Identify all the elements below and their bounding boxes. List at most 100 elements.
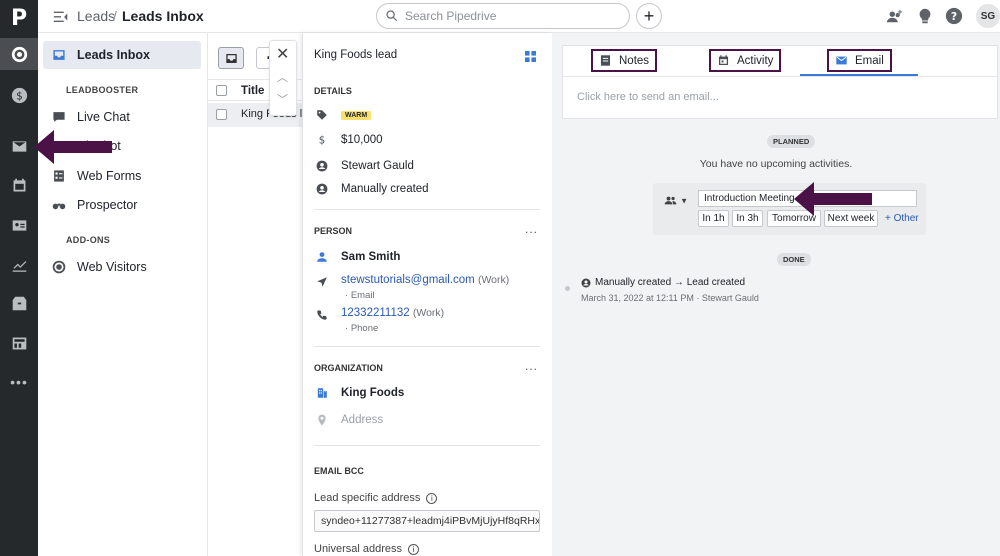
- in-3h-button[interactable]: In 3h: [732, 210, 763, 227]
- org-more-icon[interactable]: ...: [525, 359, 538, 373]
- info-icon[interactable]: i: [408, 543, 420, 555]
- binoculars-icon: [52, 203, 66, 210]
- breadcrumb-leads[interactable]: Leads: [77, 8, 115, 24]
- grid-view-icon[interactable]: [525, 50, 536, 65]
- chevron-down-icon[interactable]: ﹀: [277, 91, 288, 107]
- labels-row[interactable]: WARM: [316, 109, 372, 121]
- email-tab-icon: [836, 56, 847, 65]
- leads-target-icon[interactable]: [0, 39, 38, 69]
- sidebar-item-web-forms[interactable]: Web Forms: [52, 169, 141, 183]
- sidebar-item-label: Leads Inbox: [77, 48, 150, 62]
- svg-text:$: $: [16, 91, 22, 102]
- leadbooster-heading: LEADBOOSTER: [66, 85, 139, 95]
- creator-icon: [316, 183, 328, 195]
- person-more-icon[interactable]: ...: [525, 222, 538, 236]
- sidebar-item-live-chat[interactable]: Live Chat: [52, 110, 130, 124]
- sidebar-item-label: Live Chat: [77, 110, 130, 124]
- inbox-icon: [53, 50, 65, 60]
- person-icon: [317, 252, 327, 262]
- panel-nav-controls: ✕ ︿ ﹀: [269, 40, 297, 116]
- source-row: Manually created: [316, 183, 429, 195]
- organization-name: King Foods: [341, 387, 405, 399]
- page-title: Leads Inbox: [122, 8, 204, 24]
- title-column-header[interactable]: Title: [241, 85, 264, 97]
- organization-row[interactable]: King Foods: [316, 387, 404, 399]
- send-icon: [317, 277, 327, 287]
- owner-user-icon: [316, 160, 328, 172]
- person-row[interactable]: Sam Smith: [316, 251, 400, 263]
- email-label: Email: [350, 290, 375, 301]
- marketplace-icon[interactable]: [0, 328, 38, 358]
- tab-activity[interactable]: Activity: [709, 49, 782, 72]
- close-icon[interactable]: ✕: [276, 44, 289, 64]
- tab-label: Activity: [737, 54, 774, 67]
- avatar[interactable]: SG: [976, 4, 1000, 28]
- history-item: Manually created → Lead created: [581, 277, 745, 288]
- person-heading: PERSON: [314, 226, 353, 236]
- lead-owner: Stewart Gauld: [341, 160, 414, 172]
- help-icon[interactable]: ?: [945, 7, 963, 25]
- person-name: Sam Smith: [341, 251, 401, 263]
- lead-value: $10,000: [341, 134, 383, 146]
- sidebar-item-prospector[interactable]: Prospector: [52, 198, 137, 212]
- svg-text:$: $: [319, 136, 325, 146]
- quick-add-button[interactable]: +: [636, 3, 662, 29]
- contacts-icon[interactable]: [0, 210, 38, 240]
- app-rail: P $ •••: [0, 0, 38, 556]
- lead-address-label-text: Lead specific address: [314, 492, 421, 504]
- value-row[interactable]: $ $10,000: [316, 134, 383, 146]
- email-row[interactable]: stewstutorials@gmail.com (Work) · Email: [316, 274, 509, 301]
- email-bcc-heading: EMAIL BCC: [314, 466, 364, 476]
- tab-label: Notes: [619, 54, 650, 67]
- lead-title[interactable]: King Foods lead: [314, 49, 397, 61]
- dollar-icon: $: [319, 136, 325, 146]
- activity-area: Notes Activity Email Click here to send …: [552, 33, 1000, 556]
- mail-icon[interactable]: [0, 131, 38, 161]
- activity-type-dropdown[interactable]: ▼: [664, 194, 688, 207]
- tips-lightbulb-icon[interactable]: [916, 7, 934, 25]
- annotation-arrow-left: [34, 130, 112, 164]
- search-input[interactable]: Search Pipedrive: [376, 3, 630, 29]
- list-view-button[interactable]: [218, 47, 244, 69]
- phone-row[interactable]: 12332211132 (Work) · Phone: [316, 307, 444, 334]
- lead-source: Manually created: [341, 183, 429, 195]
- info-icon[interactable]: i: [426, 492, 438, 504]
- more-icon[interactable]: •••: [0, 367, 38, 397]
- address-row[interactable]: Address: [316, 414, 383, 426]
- chat-icon: [53, 112, 65, 122]
- person-email[interactable]: stewstutorials@gmail.com: [341, 274, 475, 286]
- sidebar-item-label: Prospector: [77, 198, 138, 212]
- divider: [314, 445, 540, 446]
- lead-address-label: Lead specific address i: [314, 492, 438, 504]
- quick-schedule-box: ▼ Introduction Meeting: [653, 183, 926, 235]
- chevron-up-icon[interactable]: ︿: [277, 69, 288, 85]
- other-time-link[interactable]: + Other: [885, 213, 919, 224]
- person-phone[interactable]: 12332211132: [341, 307, 410, 319]
- tab-notes[interactable]: Notes: [591, 49, 658, 72]
- sidebar-item-label: Web Visitors: [77, 260, 147, 274]
- owner-row[interactable]: Stewart Gauld: [316, 160, 414, 172]
- select-all-checkbox[interactable]: [216, 85, 227, 96]
- in-1h-button[interactable]: In 1h: [698, 210, 729, 227]
- notes-icon: [600, 55, 611, 66]
- sidebar-item-web-visitors[interactable]: Web Visitors: [52, 260, 147, 274]
- tab-email[interactable]: Email: [827, 49, 892, 72]
- tab-label: Email: [855, 54, 884, 67]
- universal-address-label-text: Universal address: [314, 543, 403, 555]
- history-title: Manually created → Lead created: [595, 277, 746, 288]
- invite-users-icon[interactable]: [886, 7, 904, 25]
- activity-calendar-icon: [718, 55, 729, 66]
- lead-address-field[interactable]: syndeo+11277387+leadmj4iPBvMjUjyHf8qRHxa…: [314, 510, 540, 532]
- pipedrive-logo[interactable]: P: [0, 0, 38, 36]
- email-compose-input[interactable]: Click here to send an email...: [577, 91, 719, 103]
- products-box-icon[interactable]: [0, 288, 38, 318]
- sidebar-item-label: Web Forms: [77, 169, 142, 183]
- deals-dollar-icon[interactable]: $: [0, 80, 38, 110]
- collapse-menu-icon[interactable]: [52, 8, 70, 26]
- insights-chart-icon[interactable]: [0, 249, 38, 279]
- row-checkbox[interactable]: [216, 109, 227, 120]
- sidebar-item-leads-inbox[interactable]: Leads Inbox: [52, 48, 150, 62]
- history-meta: March 31, 2022 at 12:11 PM · Stewart Gau…: [581, 293, 759, 303]
- phone-icon: [317, 310, 327, 320]
- calendar-icon[interactable]: [0, 170, 38, 200]
